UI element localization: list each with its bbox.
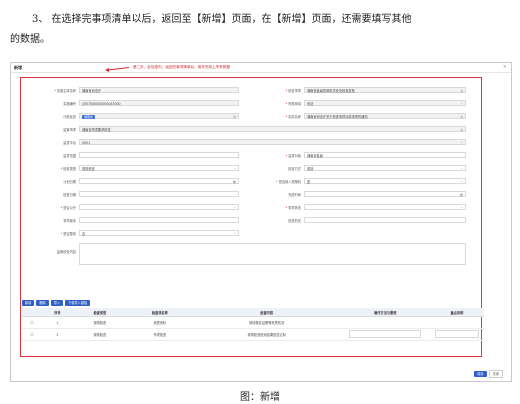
remark-textarea[interactable]	[79, 243, 466, 265]
annotation-note: 第二步，此信息内，返回完事项清单后，填写完成上所有数据	[133, 65, 231, 69]
external-link-icon[interactable]: ⧉	[461, 88, 464, 94]
subject-label: 实施主体名称	[26, 88, 76, 93]
dept-label: 检查机关	[288, 219, 301, 223]
save-button[interactable]: 保存	[474, 371, 487, 377]
status-label: 事项状态	[251, 205, 301, 210]
col-type: 检查类型	[72, 308, 127, 317]
check-code-value: 湖南省各级党政机关安全检查复核	[307, 89, 355, 93]
table-row[interactable]: ☐ 2 现场检查 专项检查 现场检查检测结果是否达标	[22, 328, 484, 341]
add-row-button[interactable]: 新增	[22, 300, 35, 306]
row-name[interactable]: 专项检查	[126, 328, 193, 341]
remark-label: 监管检查内容	[56, 250, 76, 254]
scope-label: 监督范围	[63, 154, 76, 158]
end-label: 完成时间	[288, 193, 301, 197]
basis-field[interactable]: 湖南省事项要求检查 ⧉	[79, 126, 466, 132]
row-no: 2	[42, 328, 73, 341]
check-items-table: 序号 检查类型 检查项名称 检查内容 操作方法与要领 重点说明 ☐ 1 现场检查…	[22, 308, 484, 341]
rect-label: 是否整改	[26, 231, 76, 236]
paragraph-line-2: 的数据。	[10, 34, 50, 45]
row-method-field[interactable]	[349, 330, 422, 338]
row-checkbox[interactable]: ☐	[22, 328, 42, 341]
col-no: 序号	[42, 308, 73, 317]
select-all-header[interactable]	[22, 308, 42, 317]
row-type: 现场检查	[72, 316, 127, 329]
row-checkbox[interactable]: ☐	[22, 316, 42, 329]
col-note: 重点说明	[429, 308, 484, 317]
import-button[interactable]: 导入	[50, 300, 64, 306]
end-date-input[interactable]: ▦	[304, 191, 466, 197]
date-input[interactable]	[79, 191, 239, 197]
paragraph-line-1: 3、 在选择完事项清单以后，返回至【新增】页面，在【新增】页面，还需要填写其他	[32, 14, 412, 25]
new-record-dialog-screenshot: 新增 × 第二步，此信息内，返回完事项清单后，填写完成上所有数据 实施主体名称 …	[10, 62, 512, 382]
basis-value: 湖南省事项要求检查	[82, 128, 111, 132]
basis-label: 监管事项	[63, 128, 76, 132]
platform-label: 监督平台	[63, 141, 76, 145]
public-label: 是否公开	[26, 205, 76, 210]
dialog-footer: 保存 关闭	[472, 370, 503, 378]
org-value: 湖南省司法厅关于检查事项清单事项的通知	[307, 115, 368, 119]
dept-input[interactable]	[304, 217, 466, 223]
row-method-input[interactable]	[340, 328, 430, 341]
col-content: 检查内容	[192, 308, 341, 317]
figure-caption: 图：新增	[240, 392, 280, 403]
col-method: 操作方法与要领	[340, 308, 430, 317]
close-button[interactable]: 关闭	[488, 370, 503, 378]
delete-row-button[interactable]: 删除	[36, 300, 49, 306]
dialog-header: 新增 ×	[11, 63, 511, 73]
grid-icon[interactable]: ⊞	[233, 114, 236, 120]
public-select[interactable]	[79, 204, 239, 210]
col-name: 检查项名称	[126, 308, 193, 317]
doc-input[interactable]	[79, 217, 239, 223]
table-row[interactable]: ☐ 1 现场检查 资质资料 现场核实证照等资质情况	[22, 316, 484, 329]
external-link-icon[interactable]: ⧉	[461, 127, 464, 133]
subject-field: 湖南省司法厅	[79, 87, 239, 93]
check-code-field[interactable]: 湖南省各级党政机关安全检查复核 ⧉	[304, 87, 466, 93]
way-label: 检查方式	[288, 167, 301, 171]
status-select[interactable]	[304, 204, 466, 210]
instruction-paragraph: 3、 在选择完事项清单以后，返回至【新增】页面，在【新增】页面，还需要填写其他 …	[10, 10, 510, 50]
calendar-icon[interactable]: ▦	[233, 179, 236, 185]
domain-select[interactable]: 司法	[304, 100, 466, 106]
row-no: 1	[42, 316, 73, 329]
unit-pill[interactable]: 湖南省	[82, 115, 96, 119]
join-select[interactable]: 是	[304, 178, 466, 184]
row-note-input[interactable]	[429, 328, 484, 341]
doc-label: 事项版本	[63, 219, 76, 223]
org-label: 实际名称	[251, 114, 301, 119]
unit-label: 行政区划	[63, 115, 76, 119]
target-label: 监督对象	[251, 153, 301, 158]
row-method	[340, 316, 430, 329]
plan-label: 计划日期	[63, 180, 76, 184]
org-field[interactable]: 湖南省司法厅关于检查事项清单事项的通知 ⧉	[304, 113, 466, 119]
target-input[interactable]: 湖南省各级	[304, 152, 466, 158]
row-note-field[interactable]	[435, 330, 479, 338]
way-select[interactable]: 现场	[304, 165, 466, 171]
date-label: 检查日期	[63, 193, 76, 197]
calendar-icon[interactable]: ▦	[460, 192, 463, 198]
row-name: 资质资料	[126, 316, 193, 329]
download-template-button[interactable]: 下载导入模板	[65, 300, 91, 306]
code-label: 实施编号	[63, 102, 76, 106]
join-label: 是否纳入双随机	[251, 179, 301, 184]
dialog-title: 新增	[14, 65, 22, 70]
platform-select[interactable]: 0001	[79, 139, 466, 145]
domain-label: 所属领域	[251, 101, 301, 106]
code-field: 4307000000000043000	[79, 100, 239, 106]
row-note	[429, 316, 484, 329]
rect-select[interactable]: 否	[79, 230, 239, 236]
method-label: 检查类型	[26, 166, 76, 171]
table-toolbar: 新增 删除 导入 下载导入模板	[22, 300, 92, 306]
table-header-row: 序号 检查类型 检查项名称 检查内容 操作方法与要领 重点说明	[22, 308, 484, 317]
scope-input[interactable]	[79, 152, 239, 158]
method-select[interactable]: 现场检查	[79, 165, 239, 171]
close-icon[interactable]: ×	[503, 64, 507, 70]
check-code-label: 检查事项	[251, 88, 301, 93]
external-link-icon[interactable]: ⧉	[461, 114, 464, 120]
row-content: 现场核实证照等资质情况	[192, 316, 341, 329]
row-content[interactable]: 现场检查检测结果是否达标	[192, 328, 341, 341]
unit-field[interactable]: 湖南省 ⊞	[79, 113, 239, 119]
plan-date-input[interactable]: ▦	[79, 178, 239, 184]
row-type[interactable]: 现场检查	[72, 328, 127, 341]
